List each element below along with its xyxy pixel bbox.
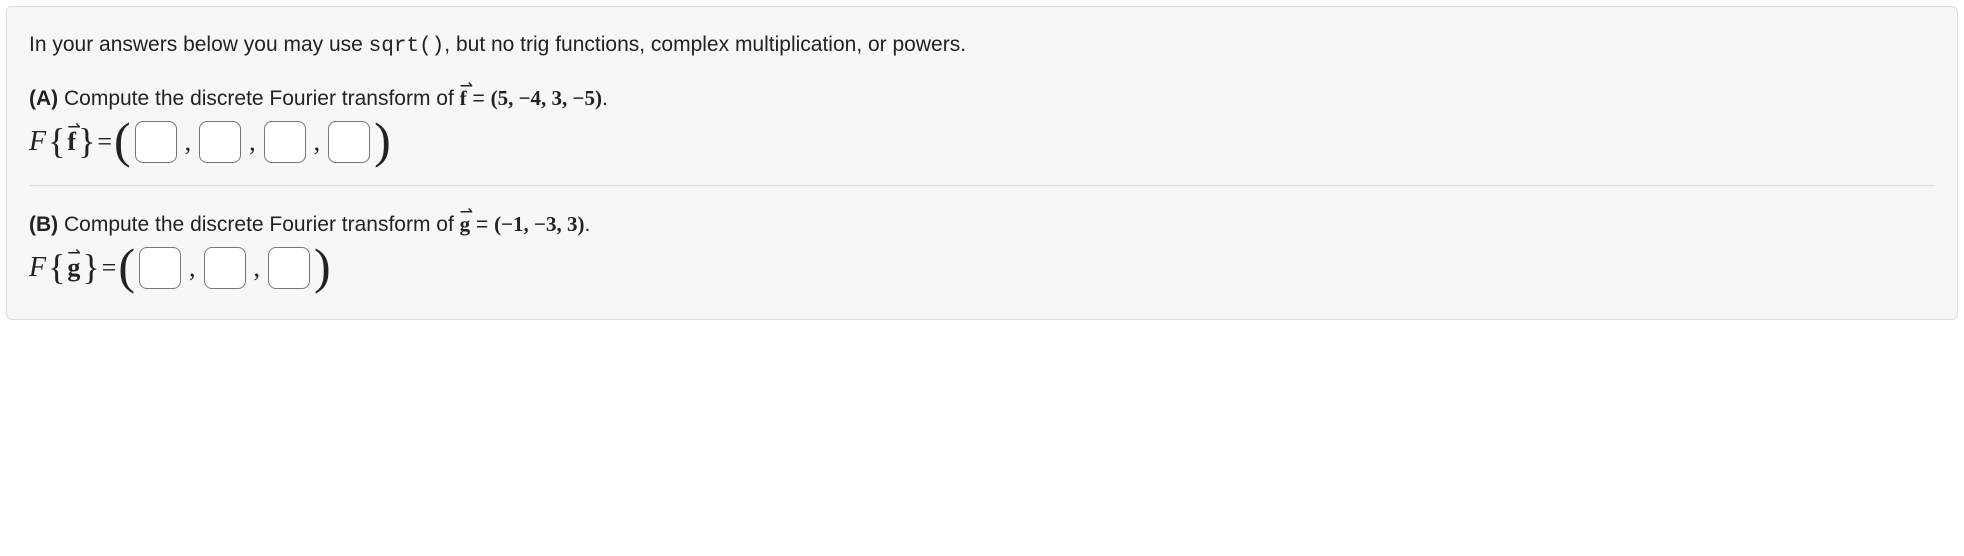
part-a-text: Compute the discrete Fourier transform o…	[58, 87, 460, 110]
part-a-vector-value: (5, −4, 3, −5)	[491, 86, 602, 110]
part-a-input-2[interactable]	[199, 121, 241, 163]
fourier-op-a: F	[29, 126, 46, 158]
vector-f-lhs: ⇀f	[67, 127, 76, 157]
part-b-eq: =	[470, 213, 494, 236]
question-panel: In your answers below you may use sqrt()…	[6, 6, 1958, 320]
part-a-input-1[interactable]	[135, 121, 177, 163]
part-b-label: (B)	[29, 213, 58, 236]
part-b-answer: F { ⇀g } = ( , , )	[29, 247, 1935, 289]
instructions-code: sqrt()	[369, 35, 445, 58]
part-b-text: Compute the discrete Fourier transform o…	[58, 213, 460, 236]
vector-g-lhs: ⇀g	[67, 253, 80, 283]
part-a-answer: F { ⇀f } = ( , , , )	[29, 121, 1935, 163]
part-b-input-1[interactable]	[139, 247, 181, 289]
vector-f: ⇀f	[460, 86, 467, 111]
part-b-input-3[interactable]	[268, 247, 310, 289]
part-a-input-4[interactable]	[328, 121, 370, 163]
part-a-label: (A)	[29, 87, 58, 110]
vector-g: ⇀g	[460, 212, 471, 237]
fourier-op-b: F	[29, 252, 46, 284]
part-b-prompt: (B) Compute the discrete Fourier transfo…	[29, 212, 1935, 237]
divider	[29, 185, 1935, 186]
part-b-vector-value: (−1, −3, 3)	[494, 212, 584, 236]
instructions-post: , but no trig functions, complex multipl…	[444, 33, 966, 56]
part-a-input-3[interactable]	[264, 121, 306, 163]
instructions: In your answers below you may use sqrt()…	[29, 33, 1935, 58]
instructions-pre: In your answers below you may use	[29, 33, 369, 56]
part-b-input-2[interactable]	[204, 247, 246, 289]
part-a-prompt: (A) Compute the discrete Fourier transfo…	[29, 86, 1935, 111]
